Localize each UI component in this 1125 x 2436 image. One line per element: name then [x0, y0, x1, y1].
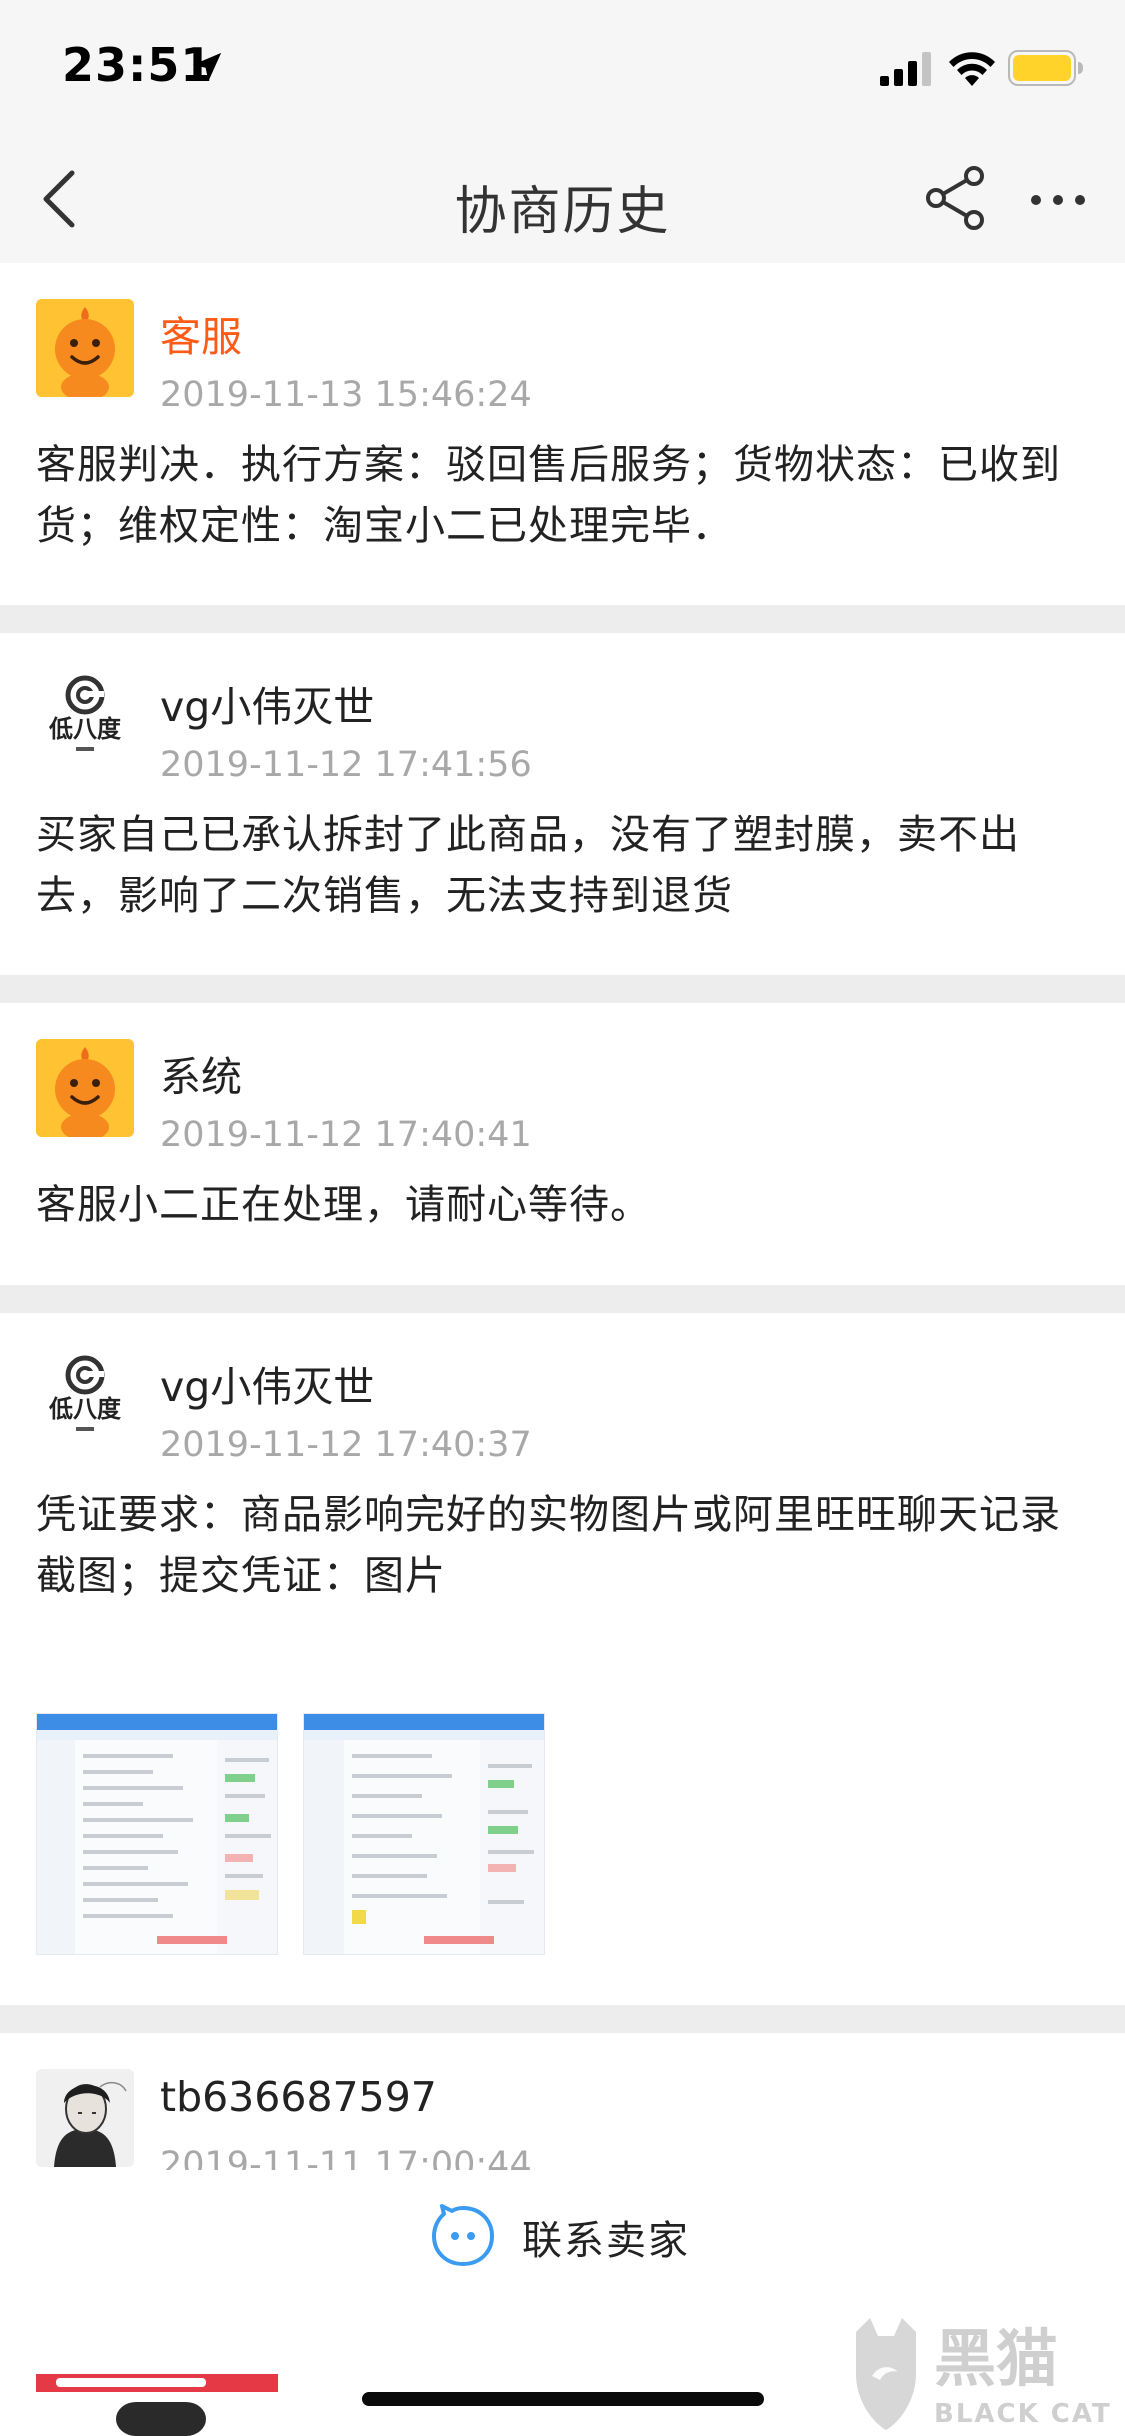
history-text: 买家自己已承认拆封了此商品，没有了塑封膜，卖不出去，影响了二次销售，无法支持到退…	[36, 812, 1020, 919]
home-indicator[interactable]	[362, 2392, 764, 2406]
author-name: vg小伟灭世	[160, 683, 375, 731]
share-icon[interactable]	[924, 165, 988, 231]
taobao-doll-icon	[36, 299, 134, 397]
avatar-text: 低八度	[48, 1394, 122, 1423]
wangwang-chat-icon	[432, 2204, 494, 2266]
wifi-icon	[949, 52, 995, 86]
timestamp: 2019-11-12 17:40:37	[160, 1425, 532, 1465]
seller-logo-icon: 低八度	[36, 1349, 134, 1447]
seller-logo-icon: 低八度	[36, 669, 134, 767]
timestamp: 2019-11-13 15:46:24	[160, 375, 532, 415]
timestamp: 2019-11-11 17:00:44	[160, 2145, 532, 2173]
evidence-image-thumbnail[interactable]	[36, 1713, 278, 1955]
user-avatar-image	[36, 2069, 134, 2167]
watermark-en: BLACK CAT	[934, 2399, 1112, 2429]
history-card: 低八度 vg小伟灭世 2019-11-12 17:41:56 买家自己已承认拆封…	[0, 633, 1125, 975]
history-text: 凭证要求：商品影响完好的实物图片或阿里旺旺聊天记录截图；提交凭证：图片	[36, 1492, 1061, 1599]
avatar: 低八度	[36, 1349, 134, 1447]
avatar-text: 低八度	[48, 714, 122, 743]
timestamp: 2019-11-12 17:41:56	[160, 745, 532, 785]
location-arrow-icon	[192, 52, 222, 82]
avatar: 低八度	[36, 669, 134, 767]
contact-seller-bar[interactable]: 联系卖家	[0, 2170, 1125, 2340]
cellular-signal-icon	[880, 52, 931, 86]
history-card: 系统 2019-11-12 17:40:41 客服小二正在处理，请耐心等待。	[0, 1003, 1125, 1285]
evidence-image-thumbnail[interactable]	[303, 1713, 545, 1955]
author-name: vg小伟灭世	[160, 1363, 375, 1411]
screenshot-thumbnail-image	[304, 1714, 544, 1954]
screenshot-thumbnail-image	[37, 1714, 277, 1954]
screen: 23:51 协商历史 客服 2019-11-13 15:46:24 客服判决．执…	[0, 0, 1125, 2436]
contact-seller-button[interactable]: 联系卖家	[522, 2208, 690, 2266]
status-bar: 23:51	[0, 0, 1125, 135]
taobao-doll-icon	[36, 1039, 134, 1137]
watermark-cn: 黑猫	[934, 2322, 1058, 2395]
battery-icon	[1008, 50, 1083, 86]
avatar	[36, 2069, 134, 2167]
history-card: 低八度 vg小伟灭世 2019-11-12 17:40:37 凭证要求：商品影响…	[0, 1313, 1125, 2005]
avatar	[36, 299, 134, 397]
author-name: 客服	[160, 313, 242, 361]
author-name: 系统	[160, 1053, 242, 1101]
author-name: tb636687597	[160, 2073, 437, 2121]
history-text: 客服小二正在处理，请耐心等待。	[36, 1182, 651, 1228]
history-card: tb636687597 2019-11-11 17:00:44	[0, 2033, 1125, 2173]
more-dots-icon[interactable]	[1030, 193, 1086, 207]
history-card: 客服 2019-11-13 15:46:24 客服判决．执行方案：驳回售后服务；…	[0, 263, 1125, 605]
black-cat-watermark-logo: 黑猫 BLACK CAT	[856, 2318, 1112, 2430]
history-text: 客服判决．执行方案：驳回售后服务；货物状态：已收到货；维权定性：淘宝小二已处理完…	[36, 442, 1061, 549]
nav-bar: 协商历史	[0, 135, 1125, 263]
avatar	[36, 1039, 134, 1137]
partial-image-thumbnail	[36, 2374, 278, 2436]
timestamp: 2019-11-12 17:40:41	[160, 1115, 532, 1155]
